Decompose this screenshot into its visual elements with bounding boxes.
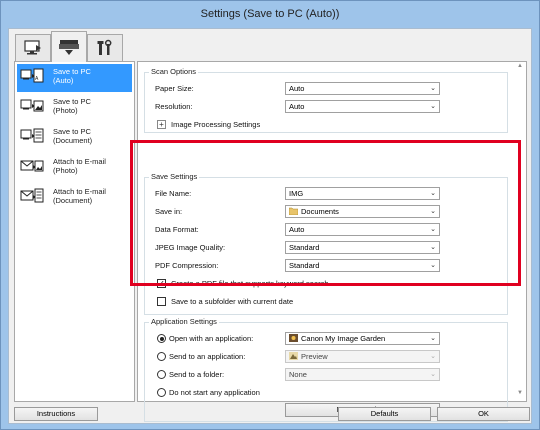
save-in-label: Save in:	[155, 207, 183, 216]
title-bar[interactable]: Settings (Save to PC (Auto))	[1, 1, 539, 27]
canon-my-image-garden-icon	[289, 334, 298, 342]
scan-options-title: Scan Options	[149, 67, 199, 76]
function-sidebar: A Save to PC (Auto) Save to PC (Photo) S…	[14, 61, 135, 402]
save-pc-document-icon	[20, 128, 44, 143]
dialog-client-area: A Save to PC (Auto) Save to PC (Photo) S…	[8, 28, 532, 424]
sidebar-item-email-document[interactable]: Attach to E-mail (Document)	[17, 184, 132, 212]
open-with-app-label: Open with an application:	[169, 334, 254, 343]
tab-scan-from-computer[interactable]	[15, 34, 51, 61]
sidebar-item-save-pc-photo[interactable]: Save to PC (Photo)	[17, 94, 132, 122]
do-not-start-label: Do not start any application	[169, 388, 260, 397]
pdf-compression-label: PDF Compression:	[155, 261, 219, 270]
application-settings-title: Application Settings	[149, 317, 219, 326]
sidebar-item-save-pc-document[interactable]: Save to PC (Document)	[17, 124, 132, 152]
data-format-label: Data Format:	[155, 225, 199, 234]
computer-scan-icon	[24, 40, 41, 55]
data-format-select[interactable]: Auto ⌄	[285, 223, 440, 236]
paper-size-label: Paper Size:	[155, 84, 194, 93]
open-with-app-radio[interactable]	[157, 334, 166, 343]
send-to-app-radio[interactable]	[157, 352, 166, 361]
chevron-down-icon: ⌄	[430, 244, 436, 251]
resolution-select[interactable]: Auto ⌄	[285, 100, 440, 113]
data-format-value: Auto	[289, 225, 305, 234]
open-with-app-select[interactable]: Canon My Image Garden ⌄	[285, 332, 440, 345]
settings-window: Settings (Save to PC (Auto)) A Save to P…	[0, 0, 540, 430]
chevron-down-icon: ⌄	[430, 335, 436, 342]
tab-strip	[9, 29, 531, 62]
file-name-value: IMG	[289, 189, 304, 198]
email-photo-icon	[20, 160, 44, 172]
instructions-button[interactable]: Instructions	[14, 407, 98, 421]
pdf-compression-select[interactable]: Standard ⌄	[285, 259, 440, 272]
paper-size-value: Auto	[289, 84, 305, 93]
save-pc-photo-icon	[20, 99, 44, 112]
scanner-panel-icon	[59, 40, 79, 55]
chevron-down-icon: ⌄	[430, 85, 436, 92]
save-settings-title: Save Settings	[149, 172, 200, 181]
send-to-folder-radio[interactable]	[157, 370, 166, 379]
scan-options-group: Scan Options Paper Size: Auto ⌄ Resoluti…	[144, 67, 508, 133]
window-title: Settings (Save to PC (Auto))	[200, 8, 340, 20]
tools-icon	[97, 39, 112, 55]
file-name-label: File Name:	[155, 189, 192, 198]
jpeg-quality-label: JPEG Image Quality:	[155, 243, 226, 252]
send-to-folder-select[interactable]: None ⌄	[285, 368, 440, 381]
jpeg-quality-select[interactable]: Standard ⌄	[285, 241, 440, 254]
jpeg-quality-value: Standard	[289, 243, 320, 252]
save-in-select[interactable]: Documents ⌄	[285, 205, 440, 218]
sidebar-item-save-pc-auto[interactable]: A Save to PC (Auto)	[17, 64, 132, 92]
chevron-down-icon: ⌄	[430, 208, 436, 215]
paper-size-select[interactable]: Auto ⌄	[285, 82, 440, 95]
settings-panel: ▲ ▼ Scan Options Paper Size: Auto ⌄ Reso…	[137, 61, 527, 422]
scroll-down-arrow-icon[interactable]: ▼	[515, 390, 525, 400]
sidebar-item-label: Save to PC (Photo)	[53, 97, 91, 115]
chevron-down-icon: ⌄	[430, 226, 436, 233]
save-in-value: Documents	[301, 207, 339, 216]
save-pc-auto-icon: A	[20, 68, 44, 83]
tab-general-settings[interactable]	[87, 34, 123, 61]
image-processing-expand-button[interactable]: +	[157, 120, 166, 129]
pdf-compression-value: Standard	[289, 261, 320, 270]
resolution-value: Auto	[289, 102, 305, 111]
subfolder-label: Save to a subfolder with current date	[171, 297, 294, 306]
sidebar-item-label: Save to PC (Auto)	[53, 67, 91, 85]
chevron-down-icon: ⌄	[430, 353, 436, 360]
resolution-label: Resolution:	[155, 102, 193, 111]
scroll-up-arrow-icon[interactable]: ▲	[515, 63, 525, 73]
ok-button[interactable]: OK	[437, 407, 530, 421]
chevron-down-icon: ⌄	[430, 103, 436, 110]
send-to-app-value: Preview	[301, 352, 328, 361]
sidebar-item-label: Attach to E-mail (Photo)	[53, 157, 106, 175]
defaults-button[interactable]: Defaults	[338, 407, 431, 421]
keyword-pdf-label: Create a PDF file that supports keyword …	[171, 279, 329, 288]
folder-icon	[289, 207, 298, 215]
save-settings-group: Save Settings File Name: IMG ⌄ Save in: …	[144, 172, 508, 315]
chevron-down-icon: ⌄	[430, 190, 436, 197]
keyword-pdf-checkbox[interactable]: ✓	[157, 279, 166, 288]
tab-scan-from-operation-panel[interactable]	[51, 31, 87, 62]
sidebar-item-label: Attach to E-mail (Document)	[53, 187, 106, 205]
image-processing-label: Image Processing Settings	[171, 120, 261, 129]
send-to-app-label: Send to an application:	[169, 352, 246, 361]
open-with-app-value: Canon My Image Garden	[301, 334, 386, 343]
file-name-input[interactable]: IMG ⌄	[285, 187, 440, 200]
send-to-folder-label: Send to a folder:	[169, 370, 225, 379]
preview-app-icon	[289, 352, 298, 360]
chevron-down-icon: ⌄	[430, 371, 436, 378]
do-not-start-radio[interactable]	[157, 388, 166, 397]
subfolder-checkbox[interactable]	[157, 297, 166, 306]
chevron-down-icon: ⌄	[430, 262, 436, 269]
send-to-app-select[interactable]: Preview ⌄	[285, 350, 440, 363]
email-document-icon	[20, 188, 44, 203]
send-to-folder-value: None	[289, 370, 307, 379]
sidebar-item-email-photo[interactable]: Attach to E-mail (Photo)	[17, 154, 132, 182]
sidebar-item-label: Save to PC (Document)	[53, 127, 93, 145]
